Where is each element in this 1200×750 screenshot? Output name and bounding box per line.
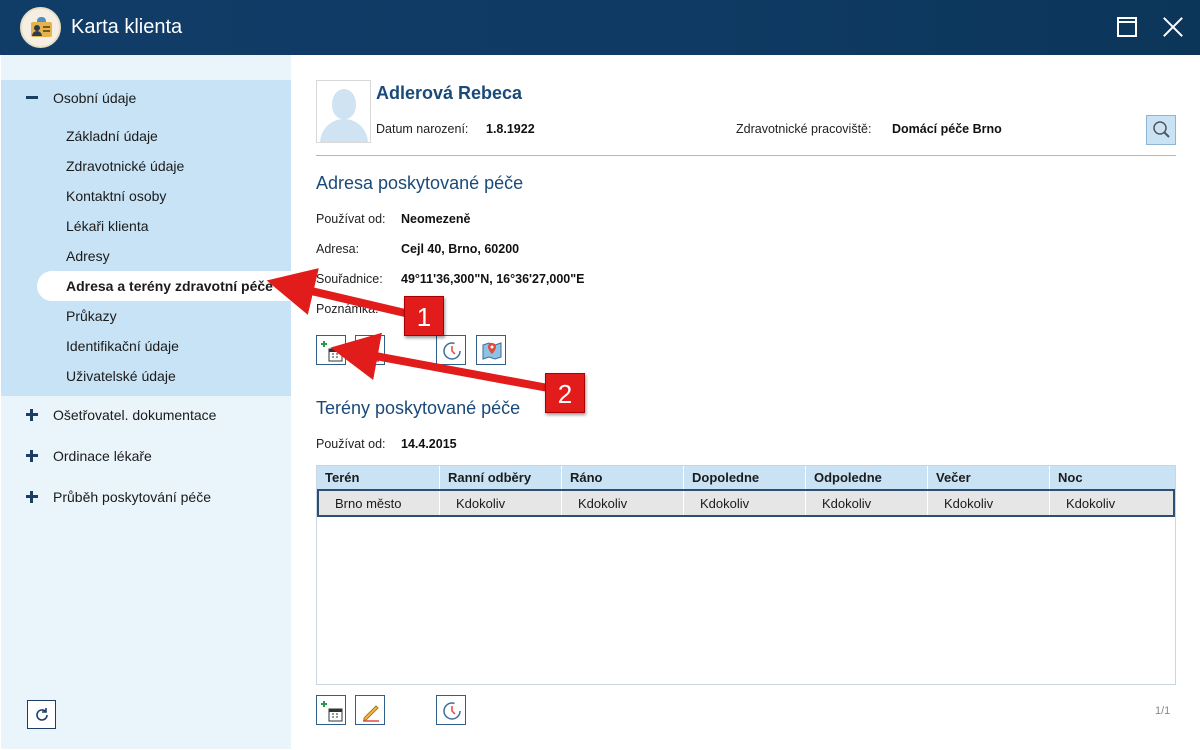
sidebar-item-uzivatelske-udaje[interactable]: Uživatelské údaje <box>66 368 176 384</box>
header-divider <box>316 155 1176 156</box>
address-valid-from-value: Neomezeně <box>401 212 471 226</box>
edit-terrain-button[interactable] <box>355 695 385 725</box>
nav-group-label: Osobní údaje <box>53 90 137 106</box>
refresh-button[interactable] <box>27 700 56 729</box>
column-header-teren[interactable]: Terén <box>317 466 439 489</box>
main-panel: Adlerová Rebeca Datum narození: 1.8.1922… <box>291 55 1200 750</box>
sidebar-item-zakladni-udaje[interactable]: Základní údaje <box>66 128 158 144</box>
column-header-dopoledne[interactable]: Dopoledne <box>683 466 805 489</box>
sidebar-item-kontaktni-osoby[interactable]: Kontaktní osoby <box>66 188 166 204</box>
nav-group-osobni-udaje: Osobní údaje Základní údaje Zdravotnické… <box>1 80 291 396</box>
window-title: Karta klienta <box>71 16 183 38</box>
terrain-valid-from-value: 14.4.2015 <box>401 437 457 451</box>
expand-icon <box>25 448 39 462</box>
table-row[interactable]: Brno město Kdokoliv Kdokoliv Kdokoliv Kd… <box>317 489 1175 517</box>
nav-group-label: Průběh poskytování péče <box>53 489 211 505</box>
pencil-icon <box>363 705 379 722</box>
workplace-value: Domácí péče Brno <box>892 122 1002 136</box>
column-header-vecer[interactable]: Večer <box>927 466 1049 489</box>
nav-group-header-prubeh[interactable]: Průběh poskytování péče <box>1 479 291 519</box>
refresh-icon <box>36 708 48 721</box>
address-section-title: Adresa poskytované péče <box>316 173 524 193</box>
terrain-history-button[interactable] <box>436 695 466 725</box>
pencil-icon <box>363 345 379 362</box>
edit-address-button[interactable] <box>355 335 385 365</box>
dob-label: Datum narození: <box>376 122 469 136</box>
nav-group-header-osetrovatel[interactable]: Ošetřovatel. dokumentace <box>1 397 291 437</box>
table-cell: Kdokoliv <box>683 491 805 515</box>
note-label: Poznámka: <box>316 302 379 316</box>
workplace-label: Zdravotnické pracoviště: <box>736 122 872 136</box>
history-clock-icon <box>443 702 461 720</box>
sidebar-item-prukazy[interactable]: Průkazy <box>66 308 117 324</box>
coords-label: Souřadnice: <box>316 272 383 286</box>
sidebar-item-adresa-tereny[interactable]: Adresa a terény zdravotní péče <box>37 271 291 301</box>
column-header-ranni-odbery[interactable]: Ranní odběry <box>439 466 561 489</box>
maximize-icon[interactable] <box>1117 17 1137 37</box>
dob-value: 1.8.1922 <box>486 122 535 136</box>
nav-group-header-ordinace[interactable]: Ordinace lékaře <box>1 438 291 478</box>
callout-1: 1 <box>404 296 444 336</box>
nav-group-header-osobni-udaje[interactable]: Osobní údaje <box>1 80 291 120</box>
expand-icon <box>25 489 39 503</box>
calendar-add-icon <box>321 341 343 362</box>
table-cell: Kdokoliv <box>561 491 683 515</box>
sidebar-item-zdravotnicke-udaje[interactable]: Zdravotnické údaje <box>66 158 184 174</box>
client-name: Adlerová Rebeca <box>376 83 523 103</box>
close-icon[interactable] <box>1163 17 1183 37</box>
search-button[interactable] <box>1146 115 1176 145</box>
table-cell: Kdokoliv <box>805 491 927 515</box>
address-valid-from-label: Používat od: <box>316 212 386 226</box>
pager: 1/1 <box>1155 705 1171 717</box>
sidebar-item-adresy[interactable]: Adresy <box>66 248 110 264</box>
add-address-button[interactable] <box>316 335 346 365</box>
sidebar-item-lekari-klienta[interactable]: Lékaři klienta <box>66 218 149 234</box>
address-value: Cejl 40, Brno, 60200 <box>401 242 520 256</box>
column-header-odpoledne[interactable]: Odpoledne <box>805 466 927 489</box>
sidebar: Osobní údaje Základní údaje Zdravotnické… <box>1 55 291 749</box>
table-cell: Brno město <box>335 496 402 511</box>
expand-icon <box>25 407 39 421</box>
collapse-icon <box>25 90 39 104</box>
magnifier-icon <box>1153 121 1170 138</box>
column-header-noc[interactable]: Noc <box>1049 466 1175 489</box>
nav-group-label: Ordinace lékaře <box>53 448 152 464</box>
title-bar: Karta klienta <box>0 0 1200 55</box>
client-avatar <box>316 80 371 143</box>
nav-group-label: Ošetřovatel. dokumentace <box>53 407 217 423</box>
table-cell: Kdokoliv <box>439 491 561 515</box>
terrain-section-title: Terény poskytované péče <box>316 398 521 418</box>
add-terrain-button[interactable] <box>316 695 346 725</box>
address-label: Adresa: <box>316 242 360 256</box>
address-history-button[interactable] <box>436 335 466 365</box>
terrain-valid-from-label: Používat od: <box>316 437 386 451</box>
map-pin-icon <box>482 342 502 360</box>
show-map-button[interactable] <box>476 335 506 365</box>
table-cell: Kdokoliv <box>1049 491 1173 515</box>
sidebar-item-identifikacni-udaje[interactable]: Identifikační údaje <box>66 338 179 354</box>
history-clock-icon <box>443 342 461 360</box>
coords-value: 49°11'36,300"N, 16°36'27,000"E <box>401 272 585 286</box>
callout-2: 2 <box>545 373 585 413</box>
id-card-icon <box>20 7 61 48</box>
column-header-rano[interactable]: Ráno <box>561 466 683 489</box>
terrain-table: Terén Ranní odběry Ráno Dopoledne Odpole… <box>316 465 1176 685</box>
table-cell: Kdokoliv <box>927 491 1049 515</box>
calendar-add-icon <box>321 701 343 722</box>
table-header: Terén Ranní odběry Ráno Dopoledne Odpole… <box>317 466 1175 489</box>
